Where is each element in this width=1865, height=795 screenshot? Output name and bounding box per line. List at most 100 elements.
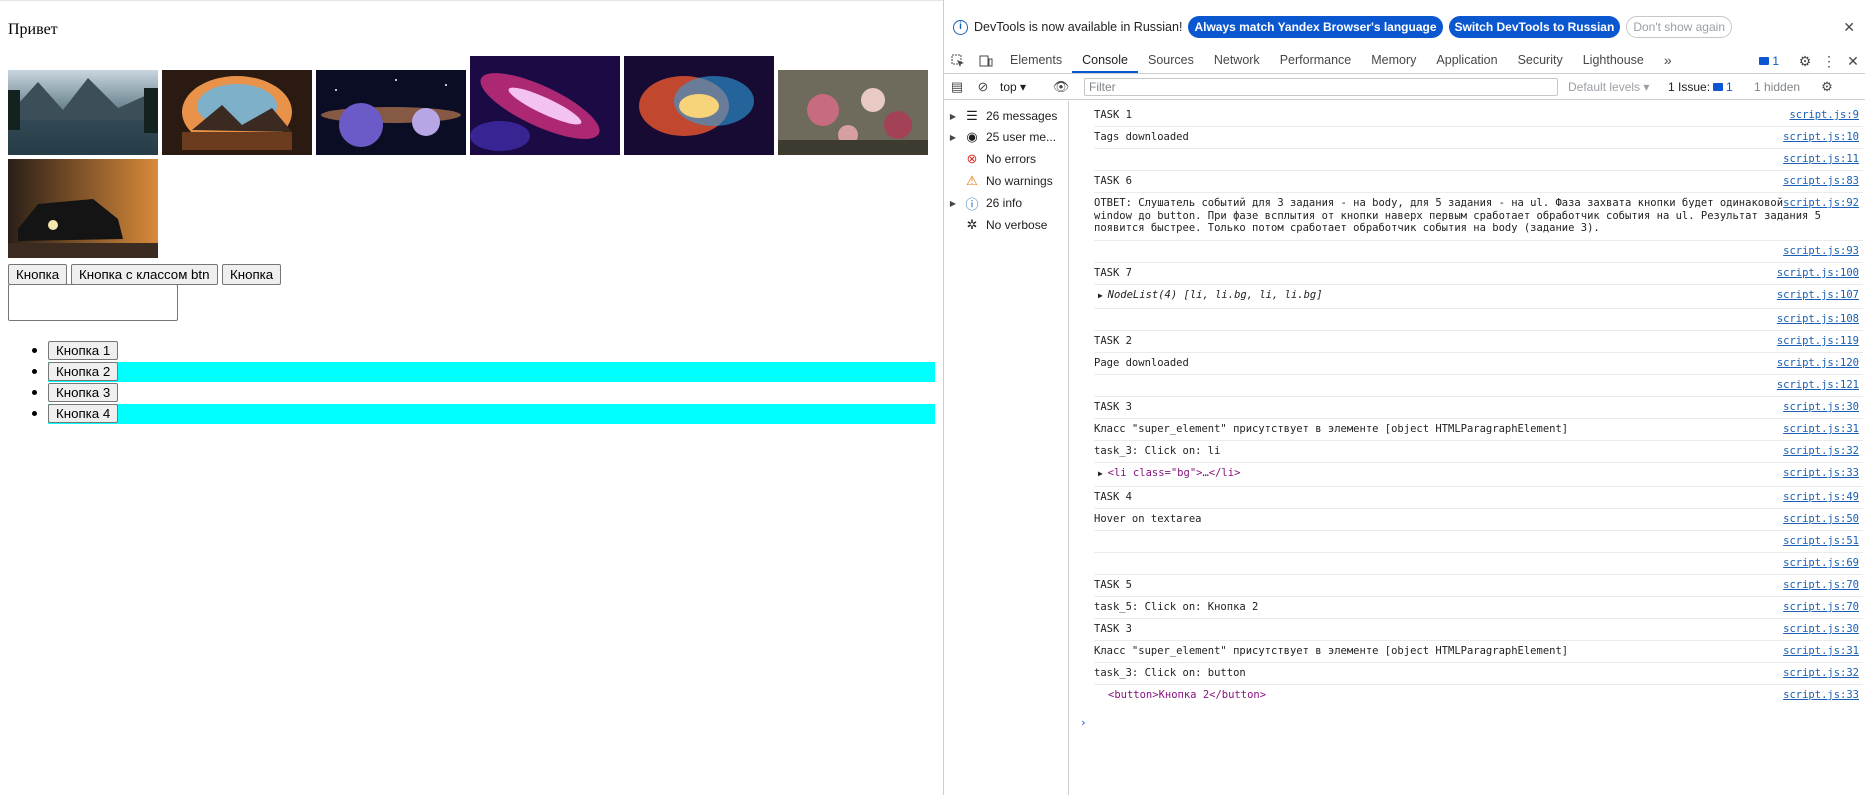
- source-link[interactable]: script.js:31: [1783, 423, 1859, 435]
- tab-elements[interactable]: Elements: [1000, 48, 1072, 73]
- expand-arrow-icon[interactable]: ▶: [944, 199, 962, 208]
- web-page: Привет Кнопка Кнопка с классом btn Кнопк…: [0, 0, 943, 795]
- source-link[interactable]: script.js:93: [1783, 245, 1859, 257]
- sidebar-toggle-icon[interactable]: ▤: [944, 79, 970, 95]
- source-link[interactable]: script.js:10: [1783, 131, 1859, 143]
- console-row: Класс "super_element" присутствует в эле…: [1094, 641, 1863, 663]
- source-link[interactable]: script.js:107: [1777, 289, 1859, 301]
- console-message: TASK 7: [1094, 267, 1132, 279]
- switch-language-button[interactable]: Switch DevTools to Russian: [1448, 16, 1621, 38]
- infobar-text: DevTools is now available in Russian!: [974, 20, 1183, 34]
- list-button-1[interactable]: Кнопка 1: [48, 341, 119, 360]
- console-row: script.js:121: [1094, 375, 1863, 397]
- warning-icon: ⚠: [966, 173, 978, 188]
- inspect-element-icon[interactable]: [944, 48, 972, 73]
- console-row-element[interactable]: <button>Кнопка 2</button> script.js:33: [1094, 685, 1863, 709]
- source-link[interactable]: script.js:100: [1777, 267, 1859, 279]
- log-levels-dropdown[interactable]: Default levels ▾: [1568, 80, 1658, 94]
- tab-memory[interactable]: Memory: [1361, 48, 1426, 73]
- source-link[interactable]: script.js:31: [1783, 645, 1859, 657]
- expand-arrow-icon[interactable]: ▶: [1098, 469, 1108, 478]
- live-expression-eye-icon[interactable]: 👁: [1048, 79, 1074, 95]
- device-toolbar-icon[interactable]: [972, 48, 1000, 73]
- close-devtools-icon[interactable]: ✕: [1841, 53, 1865, 70]
- source-link[interactable]: script.js:11: [1783, 153, 1859, 165]
- console-row: TASK 2 script.js:119: [1094, 331, 1863, 353]
- source-link[interactable]: script.js:108: [1777, 313, 1859, 325]
- source-link[interactable]: script.js:120: [1777, 357, 1859, 369]
- source-link[interactable]: script.js:70: [1783, 601, 1859, 613]
- console-message: TASK 3: [1094, 401, 1132, 413]
- source-link[interactable]: script.js:70: [1783, 579, 1859, 591]
- source-link[interactable]: script.js:92: [1783, 197, 1859, 209]
- image-nebula-colorful: [624, 56, 774, 155]
- sidebar-item-errors[interactable]: ⊗ No errors: [944, 148, 1068, 170]
- list-icon: ☰: [966, 108, 978, 123]
- filter-input[interactable]: Filter: [1084, 78, 1558, 96]
- source-link[interactable]: script.js:119: [1777, 335, 1859, 347]
- console-message: TASK 5: [1094, 579, 1132, 591]
- sidebar-item-warnings[interactable]: ⚠ No warnings: [944, 170, 1068, 192]
- list-button-3[interactable]: Кнопка 3: [48, 383, 119, 402]
- button-3[interactable]: Кнопка: [222, 264, 282, 285]
- source-link[interactable]: script.js:30: [1783, 401, 1859, 413]
- source-link[interactable]: script.js:9: [1789, 109, 1859, 121]
- more-tabs-icon[interactable]: »: [1654, 48, 1682, 73]
- list-button-4[interactable]: Кнопка 4: [48, 404, 119, 423]
- messages-badge[interactable]: 1: [1759, 54, 1779, 68]
- console-settings-gear-icon[interactable]: ⚙: [1814, 79, 1840, 95]
- console-message: Класс "super_element" присутствует в эле…: [1094, 423, 1569, 435]
- console-message: Класс "super_element" присутствует в эле…: [1094, 645, 1569, 657]
- sidebar-item-user-messages[interactable]: ▶ ◉ 25 user me...: [944, 126, 1068, 148]
- console-row: Класс "super_element" присутствует в эле…: [1094, 419, 1863, 441]
- dont-show-again-button[interactable]: Don't show again: [1626, 16, 1732, 38]
- sidebar-item-info[interactable]: ▶ ⓘ 26 info: [944, 192, 1068, 214]
- source-link[interactable]: script.js:33: [1783, 689, 1859, 701]
- button-with-btn-class[interactable]: Кнопка с классом btn: [71, 264, 218, 285]
- tab-network[interactable]: Network: [1204, 48, 1270, 73]
- source-link[interactable]: script.js:69: [1783, 557, 1859, 569]
- console-message: task_3: Click on: li: [1094, 445, 1221, 457]
- sidebar-label: 26 messages: [986, 109, 1058, 123]
- more-options-icon[interactable]: ⋮: [1817, 53, 1841, 70]
- sidebar-item-verbose[interactable]: ✲ No verbose: [944, 214, 1068, 236]
- sidebar-item-messages[interactable]: ▶ ☰ 26 messages: [944, 105, 1068, 127]
- tab-security[interactable]: Security: [1508, 48, 1573, 73]
- messages-count: 1: [1772, 54, 1779, 68]
- source-link[interactable]: script.js:30: [1783, 623, 1859, 635]
- clear-console-icon[interactable]: ⊘: [970, 79, 996, 95]
- source-link[interactable]: script.js:83: [1783, 175, 1859, 187]
- expand-arrow-icon[interactable]: ▶: [944, 133, 962, 142]
- match-language-button[interactable]: Always match Yandex Browser's language: [1188, 16, 1443, 38]
- source-link[interactable]: script.js:121: [1777, 379, 1859, 391]
- close-icon[interactable]: ✕: [1843, 19, 1855, 36]
- devtools-panel: i DevTools is now available in Russian! …: [943, 0, 1865, 795]
- context-selector[interactable]: top ▾: [1000, 80, 1048, 94]
- expand-arrow-icon[interactable]: ▶: [1098, 291, 1108, 300]
- console-row-element[interactable]: ▶ <li class="bg">…</li> script.js:33: [1094, 463, 1863, 487]
- source-link[interactable]: script.js:51: [1783, 535, 1859, 547]
- source-link[interactable]: script.js:33: [1783, 467, 1859, 479]
- tab-console[interactable]: Console: [1072, 48, 1138, 73]
- button-1[interactable]: Кнопка: [8, 264, 68, 285]
- settings-gear-icon[interactable]: ⚙: [1793, 53, 1817, 70]
- source-link[interactable]: script.js:32: [1783, 667, 1859, 679]
- console-row-nodelist[interactable]: ▶ NodeList(4) [li, li.bg, li, li.bg] scri…: [1094, 285, 1863, 309]
- tab-lighthouse[interactable]: Lighthouse: [1573, 48, 1654, 73]
- console-prompt-icon[interactable]: ›: [1080, 716, 1087, 729]
- tab-performance[interactable]: Performance: [1270, 48, 1362, 73]
- tab-application[interactable]: Application: [1426, 48, 1507, 73]
- list-item: Кнопка 3: [0, 383, 943, 403]
- textarea[interactable]: [8, 284, 178, 321]
- expand-arrow-icon[interactable]: ▶: [944, 112, 962, 121]
- image-car: [8, 159, 158, 258]
- cyan-background: [48, 404, 935, 424]
- console-message: Hover on textarea: [1094, 513, 1202, 525]
- source-link[interactable]: script.js:50: [1783, 513, 1859, 525]
- tab-sources[interactable]: Sources: [1138, 48, 1204, 73]
- source-link[interactable]: script.js:49: [1783, 491, 1859, 503]
- list-item-bg: Кнопка 4: [0, 404, 943, 424]
- issues-counter[interactable]: 1 Issue: 1: [1668, 80, 1744, 94]
- source-link[interactable]: script.js:32: [1783, 445, 1859, 457]
- list-button-2[interactable]: Кнопка 2: [48, 362, 119, 381]
